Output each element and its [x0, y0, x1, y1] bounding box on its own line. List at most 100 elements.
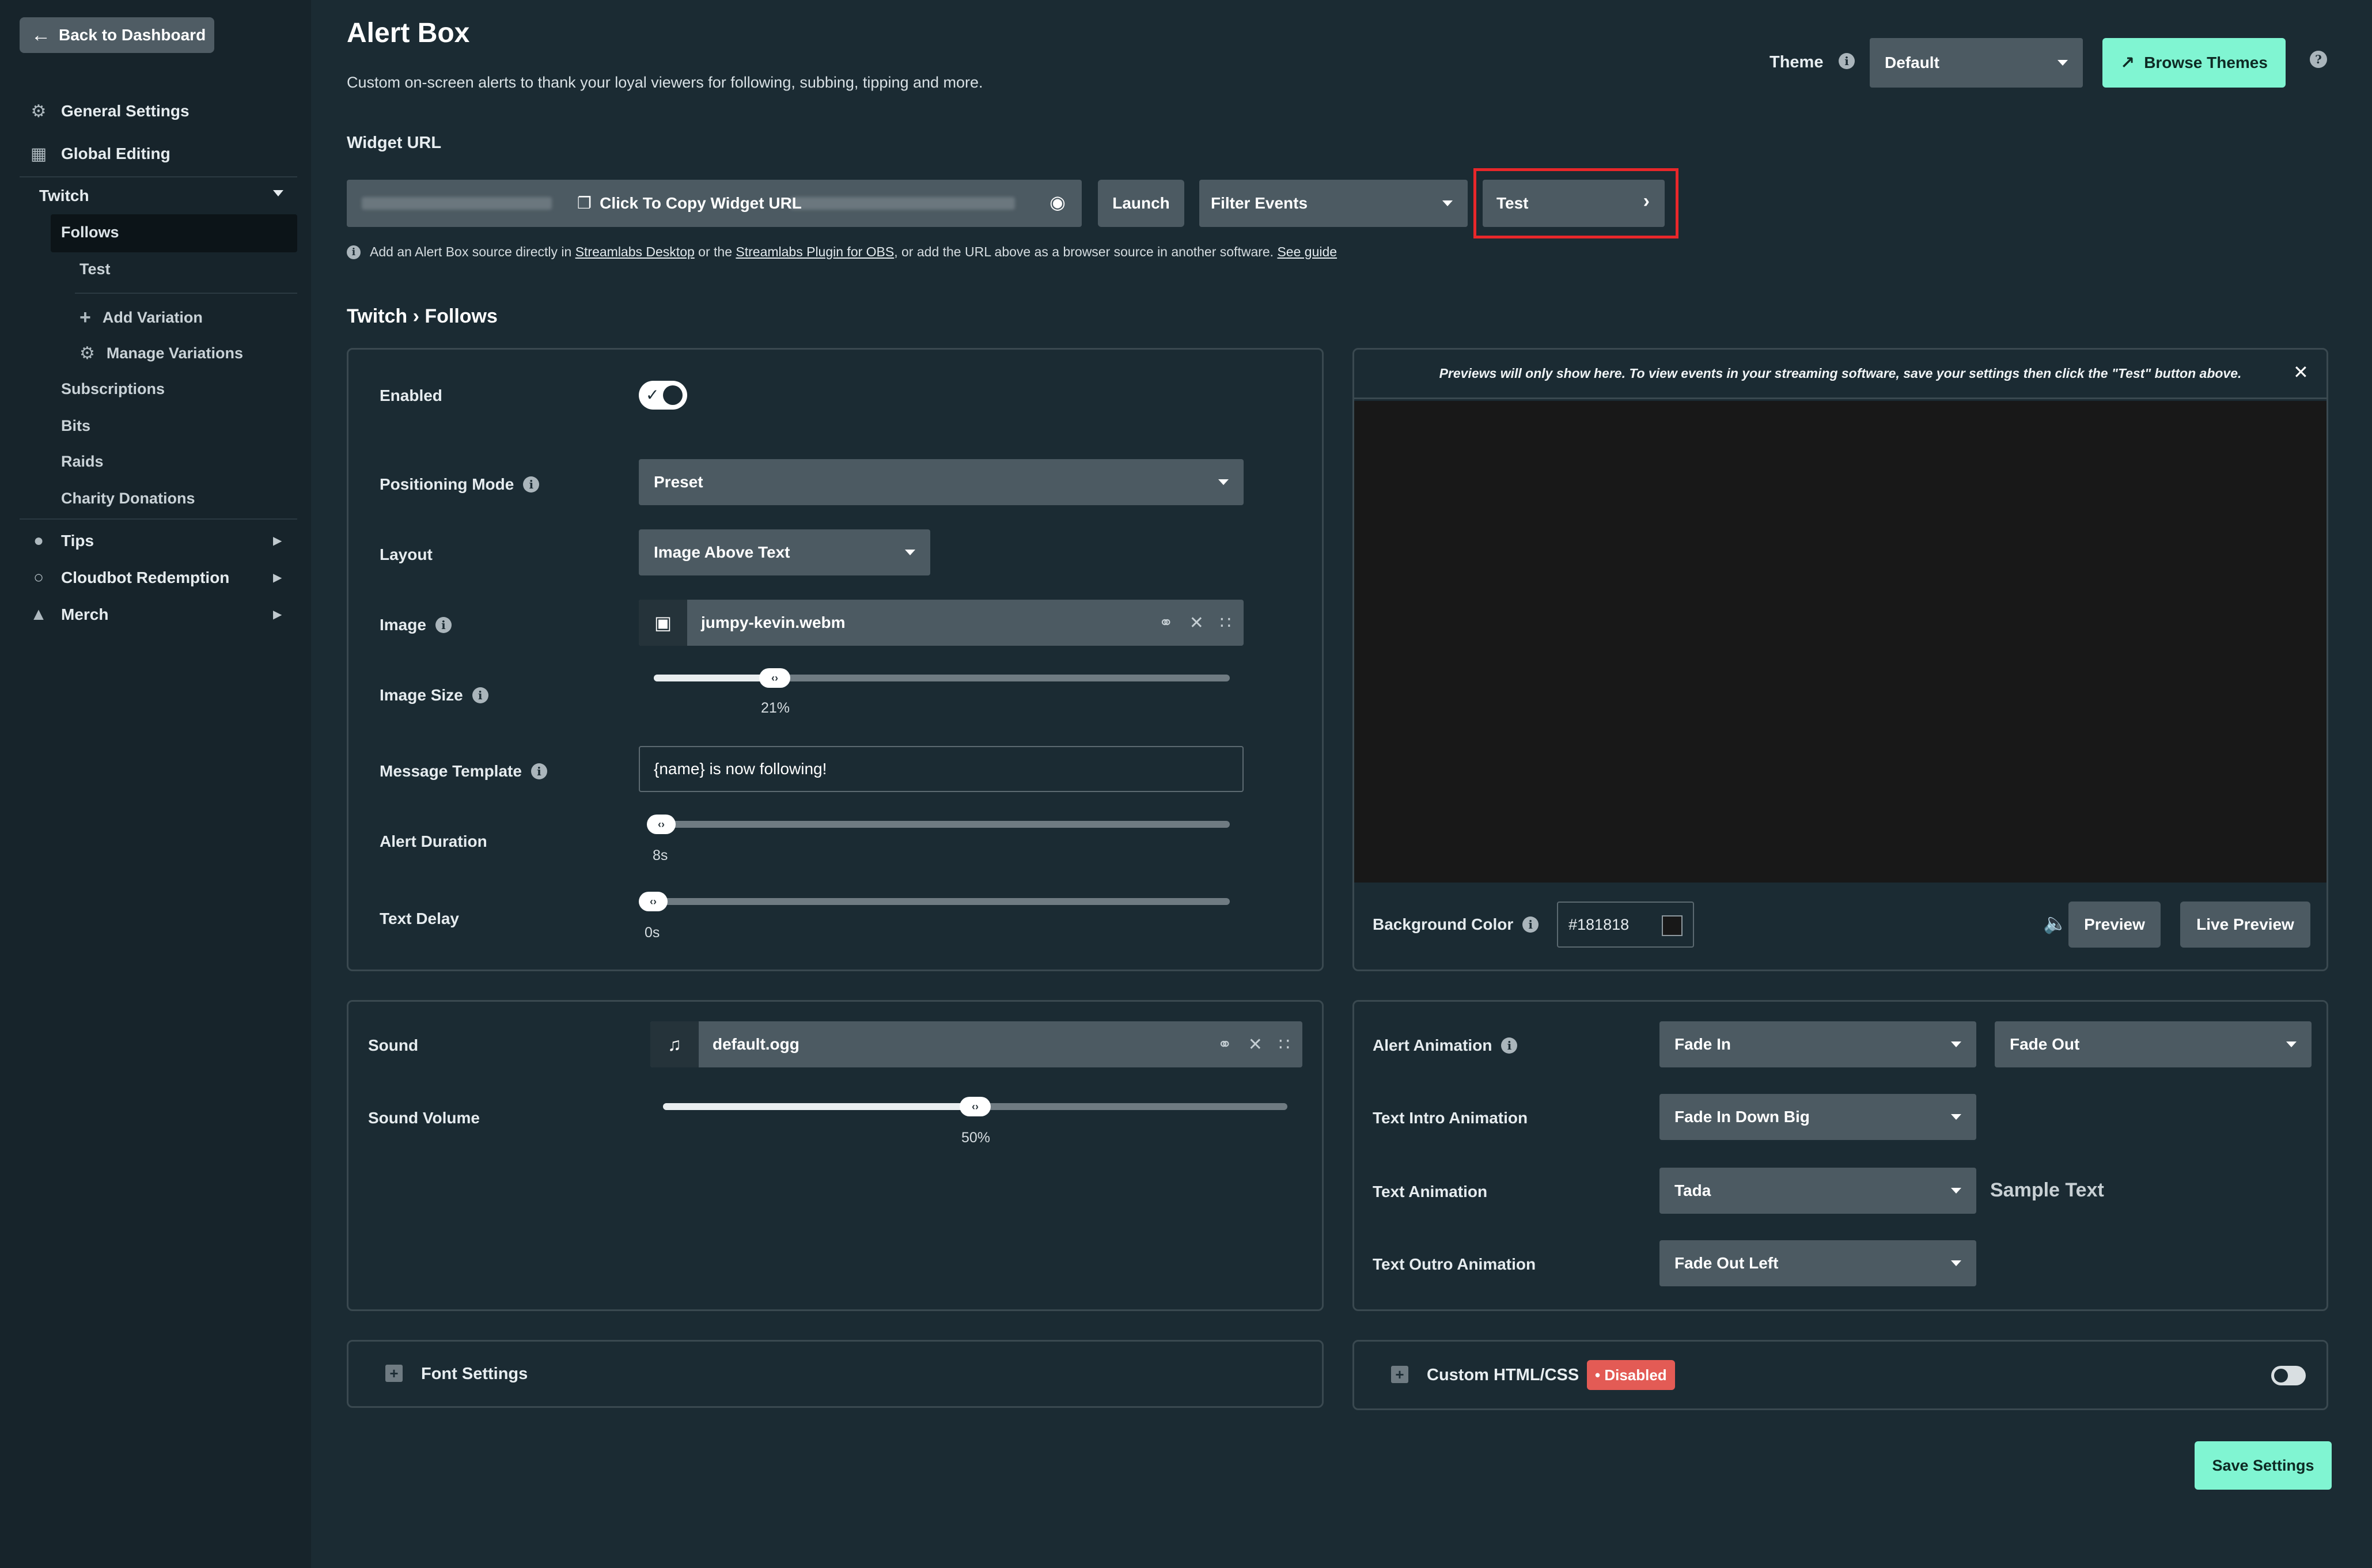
- sidebar-item-twitch[interactable]: Twitch: [39, 187, 89, 205]
- sidebar-item-global-editing[interactable]: ▦ Global Editing: [29, 144, 170, 164]
- text-animation-select[interactable]: Tada: [1659, 1168, 1976, 1214]
- close-icon[interactable]: ✕: [1189, 613, 1204, 633]
- image-label: Image i: [380, 616, 452, 634]
- grid-icon[interactable]: ∷: [1220, 613, 1231, 633]
- text-animation-label: Text Animation: [1373, 1183, 1488, 1200]
- info-icon: i: [435, 617, 452, 633]
- color-swatch[interactable]: [1662, 915, 1683, 936]
- text-animation-value: Tada: [1674, 1181, 1711, 1199]
- external-link-icon: ↗: [2120, 53, 2135, 73]
- custom-html-toggle[interactable]: [2271, 1366, 2306, 1385]
- layout-label: Layout: [380, 546, 433, 563]
- alert-animation-text: Alert Animation: [1373, 1036, 1492, 1054]
- chevron-right-icon: ▶: [273, 608, 282, 621]
- chevron-down-icon: [273, 190, 283, 196]
- image-size-text: Image Size: [380, 686, 463, 704]
- alert-animation-label: Alert Animation i: [1373, 1036, 1518, 1055]
- chevron-down-icon: [1442, 200, 1453, 206]
- image-size-slider-handle[interactable]: ‹›: [759, 668, 790, 688]
- sidebar-item-subscriptions[interactable]: Subscriptions: [61, 380, 165, 398]
- alert-animation-in-value: Fade In: [1674, 1035, 1731, 1053]
- back-label: Back to Dashboard: [59, 26, 206, 44]
- streamlabs-desktop-link[interactable]: Streamlabs Desktop: [575, 244, 695, 260]
- sidebar-item-test[interactable]: Test: [79, 260, 111, 278]
- toggle-knob: [663, 385, 683, 405]
- chevron-down-icon: [2286, 1041, 2297, 1047]
- info-icon: i: [347, 245, 361, 259]
- alert-animation-out-value: Fade Out: [2010, 1035, 2080, 1053]
- page-title: Alert Box: [347, 18, 470, 48]
- image-size-slider[interactable]: [654, 675, 1230, 681]
- eye-icon[interactable]: ◉: [1049, 191, 1066, 213]
- back-to-dashboard-button[interactable]: ← Back to Dashboard: [20, 17, 214, 53]
- sound-volume-slider-handle[interactable]: ‹›: [960, 1097, 991, 1116]
- image-size-label: Image Size i: [380, 686, 488, 705]
- main-content: Alert Box Custom on-screen alerts to tha…: [311, 0, 2372, 1568]
- expand-icon[interactable]: +: [385, 1365, 403, 1382]
- enabled-toggle[interactable]: ✓: [639, 381, 687, 410]
- filter-events-label: Filter Events: [1211, 194, 1308, 212]
- volume-icon[interactable]: 🔈: [2043, 912, 2067, 935]
- sidebar-item-cloudbot-redemption[interactable]: ○ Cloudbot Redemption: [29, 568, 229, 588]
- theme-info-icon: i: [1839, 53, 1855, 69]
- image-file-field[interactable]: ▣ jumpy-kevin.webm ⚭ ✕ ∷: [639, 600, 1244, 646]
- background-color-input[interactable]: #181818: [1557, 902, 1694, 948]
- close-icon[interactable]: ✕: [1248, 1035, 1263, 1055]
- disabled-badge: • Disabled: [1587, 1360, 1675, 1390]
- see-guide-link[interactable]: See guide: [1277, 244, 1337, 260]
- sidebar-item-raids[interactable]: Raids: [61, 453, 104, 471]
- sidebar-item-bits[interactable]: Bits: [61, 417, 90, 435]
- save-settings-button[interactable]: Save Settings: [2195, 1441, 2332, 1490]
- font-settings-panel[interactable]: + Font Settings: [347, 1340, 1324, 1408]
- grid-icon[interactable]: ∷: [1279, 1035, 1290, 1055]
- arrow-left-icon: ←: [31, 24, 51, 46]
- background-color-label: Background Color i: [1373, 915, 1539, 934]
- text-outro-animation-select[interactable]: Fade Out Left: [1659, 1240, 1976, 1286]
- text-outro-animation-label: Text Outro Animation: [1373, 1255, 1536, 1273]
- alert-animation-in-select[interactable]: Fade In: [1659, 1021, 1976, 1067]
- alert-duration-slider[interactable]: [654, 821, 1230, 828]
- positioning-mode-select[interactable]: Preset: [639, 459, 1244, 505]
- browse-themes-label: Browse Themes: [2144, 54, 2268, 71]
- manage-variations-button[interactable]: ⚙ Manage Variations: [79, 343, 243, 363]
- widget-url-field[interactable]: ❐ Click To Copy Widget URL ◉: [347, 180, 1082, 227]
- sidebar-item-general-settings[interactable]: ⚙ General Settings: [29, 101, 190, 121]
- custom-html-panel[interactable]: + Custom HTML/CSS • Disabled: [1352, 1340, 2328, 1410]
- alert-duration-slider-handle[interactable]: ‹›: [647, 815, 676, 834]
- copy-widget-url-button[interactable]: ❐ Click To Copy Widget URL: [577, 194, 802, 213]
- add-variation-button[interactable]: + Add Variation: [79, 306, 203, 329]
- layout-select[interactable]: Image Above Text: [639, 529, 930, 575]
- link-icon[interactable]: ⚭: [1159, 613, 1173, 633]
- divider: [20, 176, 297, 177]
- sidebar-item-charity-donations[interactable]: Charity Donations: [61, 490, 195, 507]
- expand-icon[interactable]: +: [1391, 1366, 1408, 1383]
- sidebar-item-follows[interactable]: Follows: [61, 224, 119, 241]
- test-button[interactable]: Test ›: [1483, 180, 1665, 227]
- help-icon[interactable]: ?: [2310, 51, 2327, 68]
- alert-animation-out-select[interactable]: Fade Out: [1995, 1021, 2312, 1067]
- text-intro-animation-select[interactable]: Fade In Down Big: [1659, 1094, 1976, 1140]
- browse-themes-button[interactable]: ↗ Browse Themes: [2102, 38, 2286, 88]
- chevron-down-icon: [1951, 1188, 1961, 1194]
- filter-events-select[interactable]: Filter Events: [1199, 180, 1468, 227]
- launch-button[interactable]: Launch: [1098, 180, 1184, 227]
- theme-select[interactable]: Default: [1870, 38, 2083, 88]
- message-template-input[interactable]: {name} is now following!: [639, 746, 1244, 792]
- music-note-icon: ♫: [650, 1021, 699, 1067]
- sound-volume-label: Sound Volume: [368, 1109, 480, 1127]
- preview-button[interactable]: Preview: [2068, 902, 2161, 948]
- text-delay-slider-handle[interactable]: ‹›: [639, 892, 668, 911]
- chevron-down-icon: [1218, 479, 1229, 485]
- alert-duration-value: 8s: [653, 847, 668, 863]
- streamlabs-obs-plugin-link[interactable]: Streamlabs Plugin for OBS: [736, 244, 894, 260]
- sidebar-item-tips[interactable]: ● Tips: [29, 531, 94, 551]
- close-icon[interactable]: ✕: [2293, 361, 2309, 383]
- live-preview-button[interactable]: Live Preview: [2180, 902, 2310, 948]
- chevron-right-icon: ▶: [273, 535, 282, 547]
- sound-file-field[interactable]: ♫ default.ogg ⚭ ✕ ∷: [650, 1021, 1302, 1067]
- message-template-label: Message Template i: [380, 762, 547, 781]
- text-delay-slider[interactable]: [654, 898, 1230, 905]
- link-icon[interactable]: ⚭: [1218, 1035, 1232, 1055]
- chevron-down-icon: [1951, 1041, 1961, 1047]
- sidebar-item-merch[interactable]: ▲ Merch: [29, 605, 108, 624]
